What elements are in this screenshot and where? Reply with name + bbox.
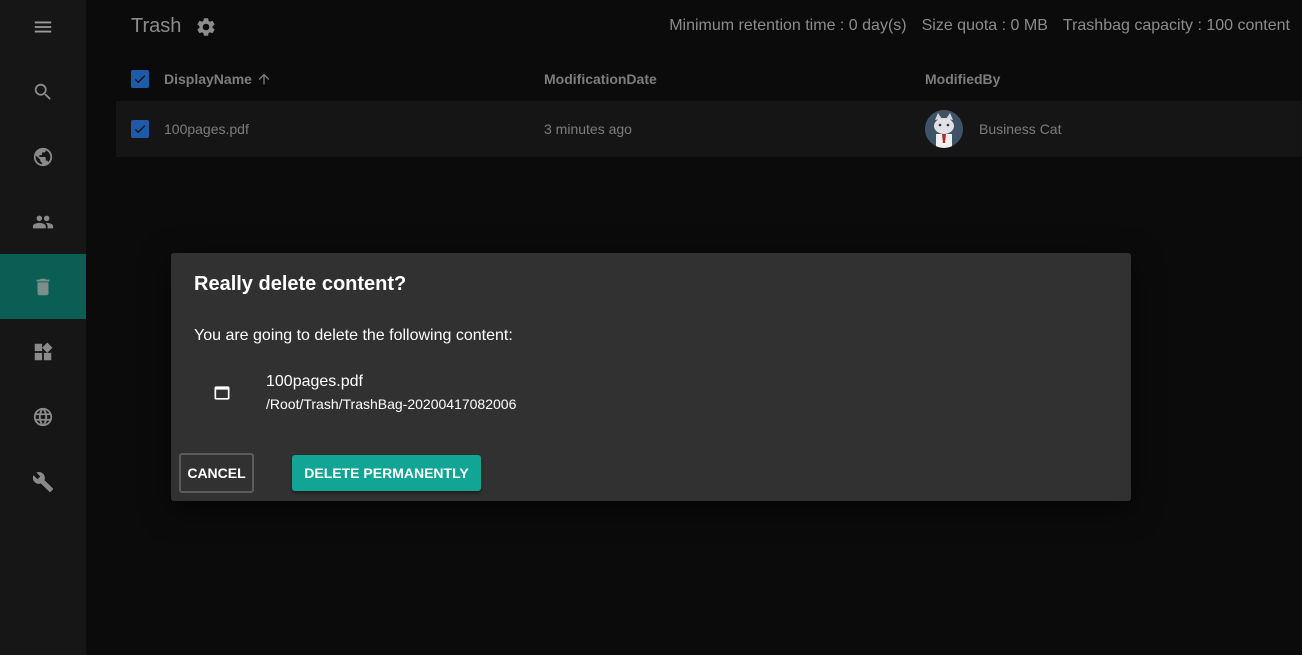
column-header-modifiedby[interactable]: ModifiedBy — [925, 58, 1000, 100]
sidebar — [0, 0, 86, 655]
row-checkbox[interactable] — [131, 120, 149, 138]
dialog-message: You are going to delete the following co… — [194, 327, 513, 344]
select-all-checkbox[interactable] — [131, 58, 149, 100]
row-modifiedby: Business Cat — [925, 101, 1061, 157]
size-quota: Size quota : 0 MB — [921, 17, 1048, 34]
menu-icon — [34, 21, 52, 33]
trash-stats: Minimum retention time : 0 day(s) Size q… — [669, 17, 1290, 35]
arrow-up-icon — [258, 73, 270, 85]
file-icon — [212, 383, 232, 403]
language-icon — [33, 407, 53, 426]
sidebar-item-setup[interactable] — [0, 449, 86, 514]
column-label: ModifiedBy — [925, 71, 1001, 87]
sidebar-item-explore[interactable] — [0, 124, 86, 189]
wrench-icon — [32, 471, 54, 492]
widgets-icon — [34, 342, 53, 360]
row-checkbox-cell[interactable] — [131, 101, 149, 157]
row-modificationdate: 3 minutes ago — [544, 121, 632, 137]
check-icon — [134, 125, 146, 134]
trashbag-capacity: Trashbag capacity : 100 content — [1062, 17, 1290, 34]
sidebar-item-trash[interactable] — [0, 254, 86, 319]
page-title: Trash — [131, 15, 182, 37]
dialog-item-path: /Root/Trash/TrashBag-20200417082006 — [266, 396, 517, 412]
people-icon — [32, 215, 54, 228]
search-icon — [34, 83, 51, 100]
cancel-button[interactable]: CANCEL — [179, 453, 254, 493]
delete-dialog: Really delete content? You are going to … — [171, 253, 1131, 501]
menu-button[interactable] — [0, 0, 86, 54]
sidebar-item-users[interactable] — [0, 189, 86, 254]
column-label: ModificationDate — [544, 71, 657, 87]
checkbox[interactable] — [131, 70, 149, 88]
avatar — [925, 110, 963, 148]
settings-button[interactable] — [195, 16, 217, 38]
sidebar-item-localization[interactable] — [0, 384, 86, 449]
trash-icon — [36, 278, 50, 295]
globe-icon — [33, 147, 53, 166]
delete-permanently-button[interactable]: DELETE PERMANENTLY — [292, 455, 481, 491]
row-displayname: 100pages.pdf — [164, 121, 249, 137]
retention-time: Minimum retention time : 0 day(s) — [669, 17, 907, 34]
column-header-displayname[interactable]: DisplayName — [164, 58, 272, 100]
user-name[interactable]: Business Cat — [979, 121, 1061, 137]
check-icon — [134, 75, 146, 84]
column-label: DisplayName — [164, 71, 252, 87]
dialog-item-name: 100pages.pdf — [266, 373, 363, 390]
dialog-title: Really delete content? — [194, 273, 407, 295]
gear-icon — [197, 18, 215, 36]
sidebar-item-search[interactable] — [0, 59, 86, 124]
column-header-modificationdate[interactable]: ModificationDate — [544, 58, 657, 100]
table-row[interactable]: 100pages.pdf 3 minutes ago Business Cat — [116, 101, 1302, 157]
sidebar-item-content-types[interactable] — [0, 319, 86, 384]
page-header: Trash Minimum retention time : 0 day(s) … — [86, 0, 1302, 54]
cat-avatar-icon — [925, 110, 963, 148]
table-header: DisplayName ModificationDate ModifiedBy — [116, 58, 1302, 100]
